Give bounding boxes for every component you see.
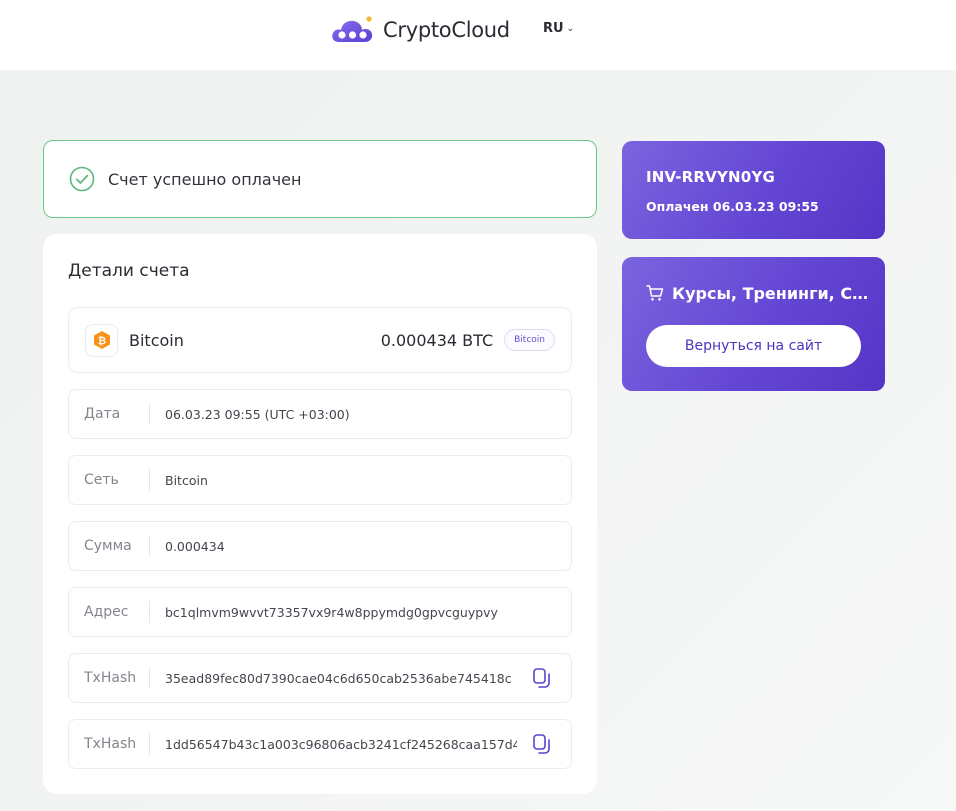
- invoice-status: Оплачен 06.03.23 09:55: [646, 199, 819, 214]
- field-row-txhash: TxHash 35ead89fec80d7390cae04c6d650cab25…: [68, 653, 572, 703]
- top-bar: CryptoCloud RU ⌄: [0, 0, 956, 70]
- field-label: Адрес: [69, 601, 150, 623]
- svg-text:₿: ₿: [97, 335, 105, 347]
- invoice-details-panel: Детали счета ₿ Bitcoin 0.000434 BTC Bitc…: [43, 234, 597, 794]
- network-badge: Bitcoin: [504, 329, 555, 351]
- coin-amount: 0.000434 BTC: [380, 330, 494, 350]
- field-value: 0.000434: [165, 538, 225, 554]
- check-circle-icon: [69, 166, 95, 192]
- invoice-id: INV-RRVYN0YG: [646, 168, 776, 186]
- cart-icon: [646, 285, 664, 301]
- success-message: Счет успешно оплачен: [108, 169, 302, 189]
- field-value[interactable]: 35ead89fec80d7390cae04c6d650cab2536abe74…: [165, 671, 512, 686]
- payment-success-banner: Счет успешно оплачен: [43, 140, 597, 218]
- field-label: Сеть: [69, 469, 150, 491]
- field-label: Дата: [69, 403, 150, 425]
- shop-card: Курсы, Тренинги, Се... Вернуться на сайт: [622, 257, 885, 391]
- logo[interactable]: CryptoCloud: [331, 14, 510, 46]
- coin-summary-row: ₿ Bitcoin 0.000434 BTC Bitcoin: [68, 307, 572, 373]
- field-row-amount: Сумма 0.000434: [68, 521, 572, 571]
- field-value[interactable]: 1dd56547b43c1a003c96806acb3241cf245268ca…: [165, 737, 517, 752]
- language-label: RU: [543, 21, 564, 36]
- copy-icon[interactable]: [531, 733, 553, 755]
- shop-title: Курсы, Тренинги, Се...: [646, 282, 870, 304]
- field-value: 06.03.23 09:55 (UTC +03:00): [165, 406, 350, 422]
- cloud-logo-icon: [332, 16, 373, 42]
- field-value[interactable]: bc1qlmvm9wvvt73357vx9r4w8ppymdg0gpvcguyp…: [165, 605, 498, 620]
- field-row-txhash: TxHash 1dd56547b43c1a003c96806acb3241cf2…: [68, 719, 572, 769]
- field-row-address: Адрес bc1qlmvm9wvvt73357vx9r4w8ppymdg0gp…: [68, 587, 572, 637]
- chevron-down-icon: ⌄: [566, 23, 575, 34]
- field-row-network: Сеть Bitcoin: [68, 455, 572, 505]
- field-row-date: Дата 06.03.23 09:55 (UTC +03:00): [68, 389, 572, 439]
- field-label: Сумма: [69, 535, 150, 557]
- copy-icon[interactable]: [531, 667, 553, 689]
- field-label: TxHash: [69, 667, 150, 689]
- logo-text: CryptoCloud: [383, 18, 510, 42]
- coin-icon-frame: ₿: [85, 323, 118, 357]
- return-to-site-button[interactable]: Вернуться на сайт: [646, 325, 861, 367]
- language-selector[interactable]: RU ⌄: [543, 21, 574, 36]
- coin-name: Bitcoin: [129, 330, 184, 350]
- bitcoin-icon: ₿: [93, 331, 110, 349]
- shop-name: Курсы, Тренинги, Се...: [672, 283, 870, 303]
- details-title: Детали счета: [68, 261, 190, 281]
- field-label: TxHash: [69, 733, 150, 755]
- invoice-card: INV-RRVYN0YG Оплачен 06.03.23 09:55: [622, 141, 885, 239]
- field-value: Bitcoin: [165, 472, 208, 488]
